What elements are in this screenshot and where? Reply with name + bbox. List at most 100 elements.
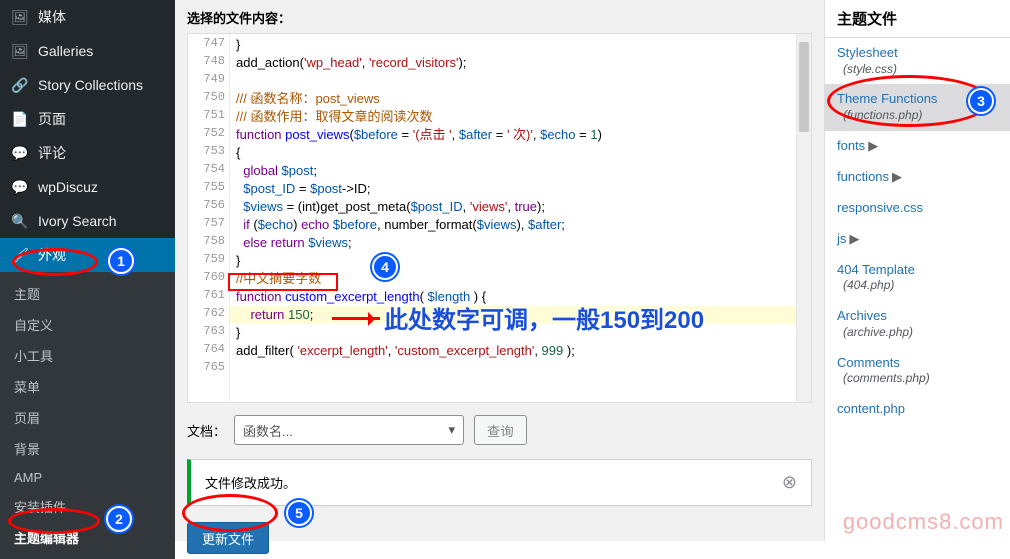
theme-file-9[interactable]: content.php — [825, 394, 1010, 425]
annotation-badge-2: 2 — [106, 506, 132, 532]
theme-file-6[interactable]: 404 Template(404.php) — [825, 255, 1010, 301]
code-line[interactable]: //中文摘要字数 — [230, 270, 811, 288]
doc-label: 文档： — [187, 421, 226, 440]
sidebar-item-label: 媒体 — [38, 7, 66, 27]
sidebar-item-2[interactable]: 🔗 Story Collections — [0, 68, 175, 102]
page-icon: 📄 — [10, 111, 30, 128]
file-filename: (404.php) — [837, 278, 998, 294]
annotation-badge-4: 4 — [372, 254, 398, 280]
code-line[interactable]: add_action('wp_head', 'record_visitors')… — [230, 54, 811, 72]
file-filename: (archive.php) — [837, 325, 998, 341]
line-number: 765 — [189, 360, 225, 374]
code-line[interactable]: } — [230, 252, 811, 270]
line-number: 763 — [189, 324, 225, 338]
annotation-arrow — [332, 317, 380, 320]
annotation-badge-5: 5 — [286, 500, 312, 526]
code-line[interactable]: } — [230, 36, 811, 54]
sidebar-item-6[interactable]: 🔍Ivory Search — [0, 204, 175, 238]
update-file-button[interactable]: 更新文件 — [187, 522, 269, 554]
appearance-icon: 🖌 — [10, 247, 30, 264]
code-line[interactable]: add_filter( 'excerpt_length', 'custom_ex… — [230, 342, 811, 360]
file-label: Theme Functions — [837, 91, 937, 106]
sidebar-item-5[interactable]: 💬wpDiscuz — [0, 170, 175, 204]
theme-file-7[interactable]: Archives(archive.php) — [825, 301, 1010, 347]
documentation-lookup: 文档： 函数名... ▾ 查询 — [187, 415, 812, 445]
line-number: 762 — [189, 306, 225, 320]
file-label: Stylesheet — [837, 45, 898, 60]
theme-file-8[interactable]: Comments(comments.php) — [825, 348, 1010, 394]
line-number: 749 — [189, 72, 225, 86]
line-number: 747 — [189, 36, 225, 50]
code-area[interactable]: }add_action('wp_head', 'record_visitors'… — [230, 34, 811, 402]
code-line[interactable]: if ($echo) echo $before, number_format($… — [230, 216, 811, 234]
theme-file-5[interactable]: js▶ — [825, 224, 1010, 255]
code-line[interactable]: /// 函数作用：取得文章的阅读次数 — [230, 108, 811, 126]
theme-files-heading: 主题文件 — [825, 0, 1010, 38]
code-line[interactable]: function post_views($before = '(点击 ', $a… — [230, 126, 811, 144]
code-line[interactable]: { — [230, 144, 811, 162]
submenu-item-8[interactable]: 主题编辑器 — [0, 522, 175, 553]
submenu-item-7[interactable]: 安装插件 — [0, 491, 175, 522]
theme-file-4[interactable]: responsive.css — [825, 193, 1010, 224]
sidebar-item-3[interactable]: 📄页面 — [0, 102, 175, 136]
code-line[interactable] — [230, 360, 811, 378]
submenu-item-4[interactable]: 页眉 — [0, 402, 175, 433]
dismiss-icon[interactable]: ⊗ — [782, 472, 797, 493]
appearance-submenu: 主题自定义小工具菜单页眉背景AMP安装插件主题编辑器 — [0, 272, 175, 559]
link-icon: 🔗 — [10, 77, 30, 94]
scrollbar-thumb[interactable] — [799, 42, 809, 132]
line-number: 761 — [189, 288, 225, 302]
sidebar-item-0[interactable]: 🖼 媒体 — [0, 0, 175, 34]
theme-files-panel: 主题文件 Stylesheet (style.css) Theme Function… — [824, 0, 1010, 541]
file-label: 404 Template — [837, 262, 915, 277]
gallery-icon: 🖼 — [10, 43, 30, 60]
submenu-item-3[interactable]: 菜单 — [0, 371, 175, 402]
line-number: 764 — [189, 342, 225, 356]
sidebar-item-4[interactable]: 💬 评论 — [0, 136, 175, 170]
file-label: content.php — [837, 401, 905, 416]
selected-file-label: 选择的文件内容： — [187, 8, 812, 27]
submenu-item-2[interactable]: 小工具 — [0, 340, 175, 371]
annotation-badge-1: 1 — [108, 248, 134, 274]
submenu-item-1[interactable]: 自定义 — [0, 309, 175, 340]
code-line[interactable]: $post_ID = $post->ID; — [230, 180, 811, 198]
line-number: 758 — [189, 234, 225, 248]
line-gutter: 7477487497507517527537547557567577587597… — [188, 34, 230, 402]
submenu-item-6[interactable]: AMP — [0, 464, 175, 491]
combo-placeholder: 函数名... — [243, 421, 293, 440]
theme-file-0[interactable]: Stylesheet (style.css) — [825, 38, 1010, 84]
sidebar-item-label: wpDiscuz — [38, 179, 98, 195]
line-number: 751 — [189, 108, 225, 122]
theme-file-3[interactable]: functions▶ — [825, 162, 1010, 193]
file-label: fonts — [837, 138, 865, 153]
sidebar-item-7[interactable]: 🖌外观 — [0, 238, 175, 272]
file-filename: (style.css) — [837, 62, 998, 78]
code-line[interactable]: global $post; — [230, 162, 811, 180]
annotation-badge-3: 3 — [968, 88, 994, 114]
sidebar-item-label: Story Collections — [38, 77, 143, 93]
line-number: 752 — [189, 126, 225, 140]
sidebar-item-1[interactable]: 🖼 Galleries — [0, 34, 175, 68]
sidebar-item-label: Galleries — [38, 43, 93, 59]
theme-file-2[interactable]: fonts▶ — [825, 131, 1010, 162]
code-line[interactable] — [230, 72, 811, 90]
editor-main: 选择的文件内容： 7477487497507517527537547557567… — [175, 0, 824, 541]
triangle-right-icon: ▶ — [892, 169, 902, 184]
comment-icon: 💬 — [10, 145, 30, 162]
code-line[interactable]: else return $views; — [230, 234, 811, 252]
function-combobox[interactable]: 函数名... ▾ — [234, 415, 464, 445]
line-number: 750 — [189, 90, 225, 104]
code-editor[interactable]: 7477487497507517527537547557567577587597… — [187, 33, 812, 403]
file-label: functions — [837, 169, 889, 184]
sidebar-item-label: 评论 — [38, 143, 66, 163]
lookup-button[interactable]: 查询 — [474, 415, 527, 445]
code-line[interactable]: $views = (int)get_post_meta($post_ID, 'v… — [230, 198, 811, 216]
code-line[interactable]: /// 函数名称：post_views — [230, 90, 811, 108]
notice-text: 文件修改成功。 — [205, 473, 296, 492]
sidebar-item-label: Ivory Search — [38, 213, 117, 229]
editor-scrollbar[interactable] — [796, 34, 811, 402]
submenu-item-0[interactable]: 主题 — [0, 278, 175, 309]
submenu-item-5[interactable]: 背景 — [0, 433, 175, 464]
file-label: js — [837, 231, 846, 246]
media-icon: 🖼 — [10, 9, 30, 26]
